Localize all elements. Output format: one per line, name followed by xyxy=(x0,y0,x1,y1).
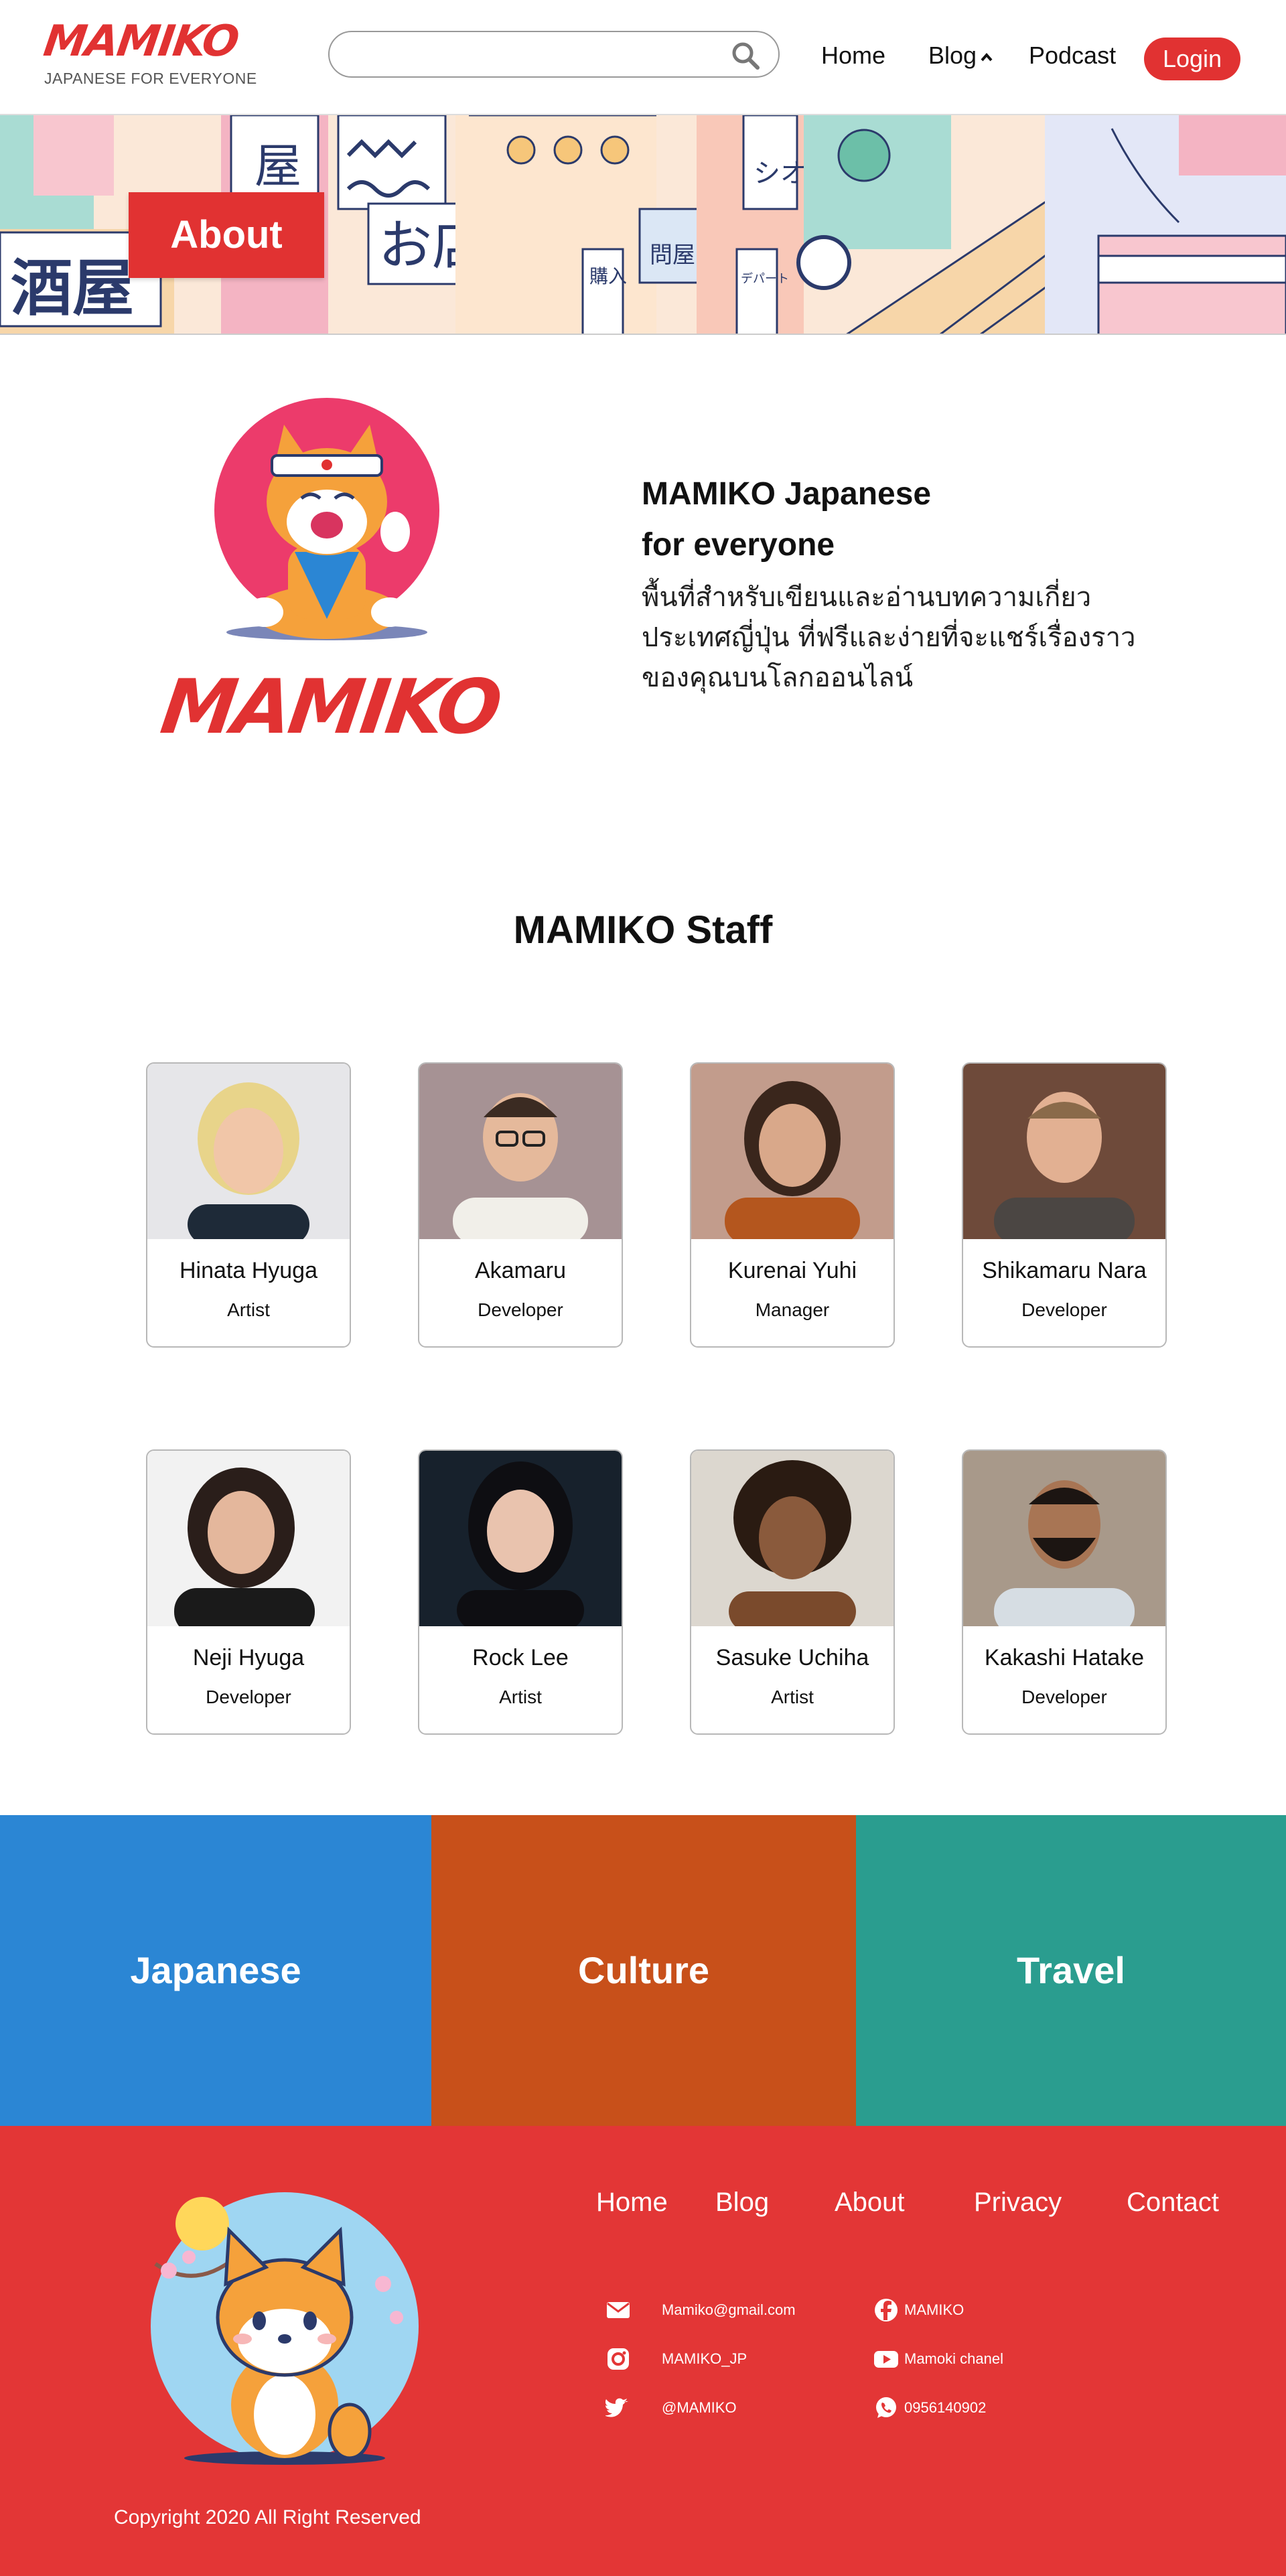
staff-role: Manager xyxy=(755,1299,830,1320)
contact-twitter[interactable]: @MAMIKO xyxy=(662,2399,737,2417)
login-button[interactable]: Login xyxy=(1144,38,1240,80)
intro-title: MAMIKO Japanese for everyone xyxy=(642,469,990,571)
staff-name: Hinata Hyuga xyxy=(179,1258,317,1283)
staff-name: Shikamaru Nara xyxy=(982,1258,1147,1283)
staff-card[interactable]: Shikamaru Nara Developer xyxy=(962,1062,1167,1348)
staff-role: Artist xyxy=(227,1299,270,1320)
copyright-text: Copyright 2020 All Right Reserved xyxy=(114,2506,421,2528)
staff-card[interactable]: Sasuke Uchiha Artist xyxy=(690,1449,895,1735)
shiba-mascot-illustration xyxy=(214,398,439,640)
staff-photo xyxy=(147,1064,350,1239)
intro-title-line2: for everyone xyxy=(642,527,835,563)
banner-sign-sakaya: 酒屋 xyxy=(11,253,134,324)
staff-name: Kakashi Hatake xyxy=(984,1645,1145,1670)
logo-text: MAMIKO xyxy=(40,17,241,66)
staff-card[interactable]: Kurenai Yuhi Manager xyxy=(690,1062,895,1348)
staff-card[interactable]: Akamaru Developer xyxy=(418,1062,623,1348)
staff-heading: MAMIKO Staff xyxy=(513,908,773,952)
staff-role: Developer xyxy=(206,1687,291,1707)
staff-role: Developer xyxy=(478,1299,563,1320)
staff-name: Akamaru xyxy=(474,1258,567,1283)
search-icon[interactable] xyxy=(730,40,761,71)
footer-nav-about[interactable]: About xyxy=(835,2188,905,2218)
intro-title-line1: MAMIKO Japanese xyxy=(642,476,932,512)
intro-description: พื้นที่สำหรับเขียนและอ่านบทความเกี่ยวประ… xyxy=(642,582,1136,693)
category-travel[interactable]: Travel xyxy=(856,1815,1286,2126)
staff-name: Kurenai Yuhi xyxy=(727,1258,857,1283)
nav-podcast[interactable]: Podcast xyxy=(1029,42,1116,70)
youtube-icon xyxy=(874,2351,898,2368)
facebook-icon xyxy=(875,2299,898,2321)
nav-blog[interactable]: Blog xyxy=(928,42,994,70)
staff-name: Rock Lee xyxy=(472,1645,569,1670)
staff-card[interactable]: Neji Hyuga Developer xyxy=(146,1449,351,1735)
footer-nav-contact[interactable]: Contact xyxy=(1127,2188,1219,2218)
shiba-footer-illustration xyxy=(151,2192,419,2465)
staff-role: Artist xyxy=(499,1687,542,1707)
site-footer: Home Blog About Privacy Contact Mamiko@g… xyxy=(0,2126,1286,2576)
banner-sign-donya: 問屋 xyxy=(650,242,695,269)
instagram-icon xyxy=(608,2348,629,2370)
staff-photo xyxy=(147,1451,350,1626)
intro-logo: MAMIKO xyxy=(155,664,505,751)
logo-tagline: JAPANESE FOR EVERYONE xyxy=(44,70,257,87)
twitter-icon xyxy=(605,2398,628,2417)
banner-sign-depart: デパート xyxy=(741,272,789,286)
staff-photo xyxy=(691,1064,894,1239)
footer-nav-privacy[interactable]: Privacy xyxy=(974,2188,1062,2218)
category-culture[interactable]: Culture xyxy=(431,1815,856,2126)
staff-role: Developer xyxy=(1021,1299,1107,1320)
staff-photo xyxy=(963,1451,1165,1626)
whatsapp-icon xyxy=(876,2397,896,2418)
staff-name: Neji Hyuga xyxy=(192,1645,305,1670)
banner-sign-kounyu: 購入 xyxy=(589,265,627,287)
contact-facebook[interactable]: MAMIKO xyxy=(904,2301,964,2319)
category-japanese[interactable]: Japanese xyxy=(0,1815,431,2126)
staff-card[interactable]: Rock Lee Artist xyxy=(418,1449,623,1735)
staff-photo xyxy=(691,1451,894,1626)
chevron-up-icon xyxy=(981,53,993,62)
staff-role: Artist xyxy=(771,1687,814,1707)
banner-sign-ya: 屋 xyxy=(255,139,301,194)
staff-name: Sasuke Uchiha xyxy=(715,1645,869,1670)
contact-whatsapp[interactable]: 0956140902 xyxy=(904,2399,986,2417)
staff-role: Developer xyxy=(1021,1687,1107,1707)
staff-card[interactable]: Hinata Hyuga Artist xyxy=(146,1062,351,1348)
staff-photo xyxy=(963,1064,1165,1239)
contact-email[interactable]: Mamiko@gmail.com xyxy=(662,2301,796,2319)
email-icon xyxy=(607,2302,630,2318)
contact-youtube[interactable]: Mamoki chanel xyxy=(904,2350,1003,2368)
nav-home[interactable]: Home xyxy=(821,42,885,70)
staff-photo xyxy=(419,1451,622,1626)
footer-nav-blog[interactable]: Blog xyxy=(715,2188,769,2218)
footer-nav-home[interactable]: Home xyxy=(596,2188,668,2218)
search-input[interactable] xyxy=(348,40,710,70)
staff-photo xyxy=(419,1064,622,1239)
brand-logo[interactable]: MAMIKO JAPANESE FOR EVERYONE xyxy=(41,17,257,88)
banner-sign-shio: シオ xyxy=(754,158,807,189)
staff-card[interactable]: Kakashi Hatake Developer xyxy=(962,1449,1167,1735)
nav-blog-label: Blog xyxy=(928,42,977,69)
contact-instagram[interactable]: MAMIKO_JP xyxy=(662,2350,747,2368)
about-page-tag: About xyxy=(129,192,324,278)
search-bar xyxy=(328,31,780,78)
site-header: MAMIKO JAPANESE FOR EVERYONE Home Blog P… xyxy=(0,0,1286,114)
